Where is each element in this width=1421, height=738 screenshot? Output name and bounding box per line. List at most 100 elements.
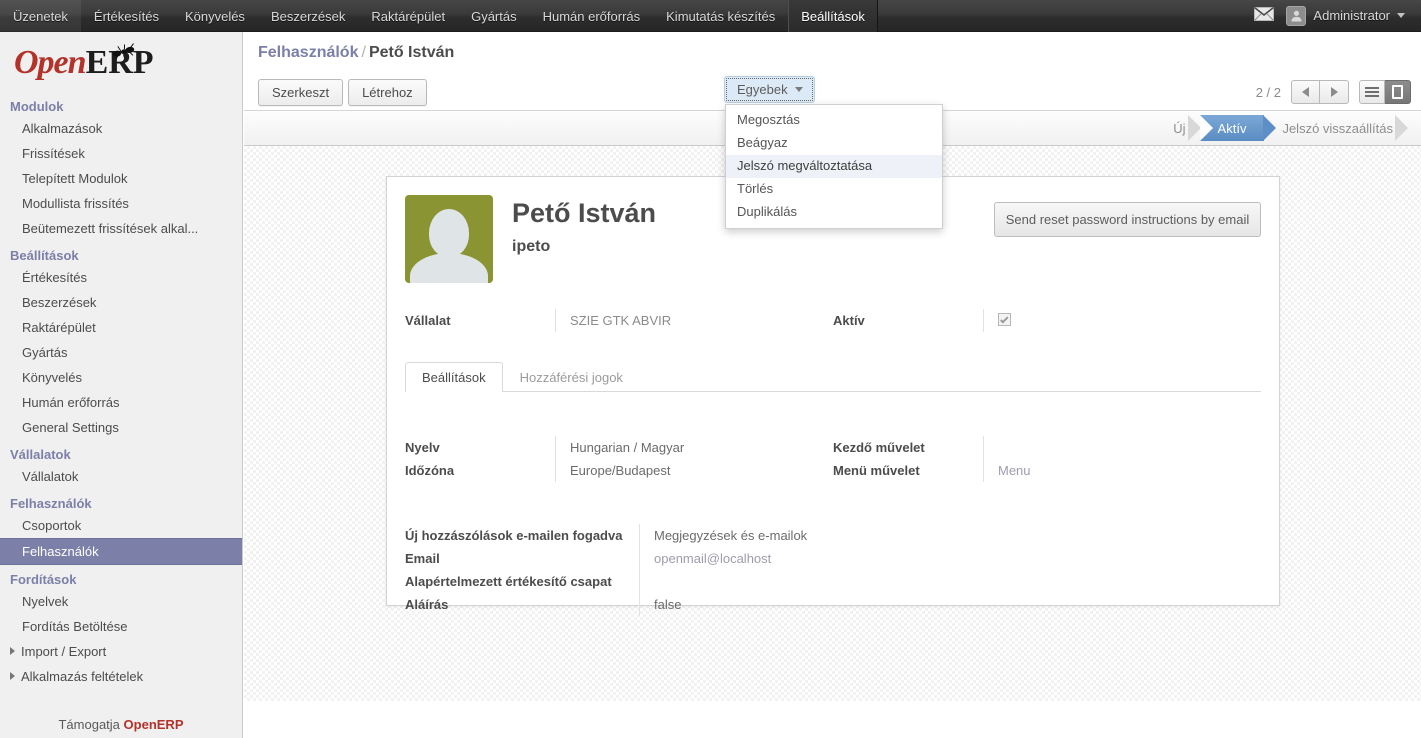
form-view-icon[interactable] — [1385, 80, 1411, 104]
sidebar-item[interactable]: Könyvelés — [0, 365, 242, 390]
sidebar-section-title: Vállalatok — [10, 447, 71, 462]
sales-team-label: Alapértelmezett értékesítő csapat — [405, 574, 612, 589]
home-action-value[interactable] — [998, 436, 1261, 459]
dropdown-item[interactable]: Megosztás — [726, 109, 942, 132]
dropdown-item[interactable]: Duplikálás — [726, 201, 942, 224]
menu-item-label: Beállítások — [801, 8, 865, 24]
list-view-icon[interactable] — [1359, 80, 1385, 104]
email-value[interactable]: openmail@localhost — [654, 547, 1261, 570]
menu-item-8[interactable]: Beállítások — [788, 0, 878, 32]
envelope-icon[interactable] — [1254, 6, 1275, 24]
sidebar-item[interactable]: Beütemezett frissítések alkal... — [0, 216, 242, 241]
dropdown-item[interactable]: Beágyaz — [726, 132, 942, 155]
more-dropdown-menu: Megosztás Beágyaz Jelszó megváltoztatása Tö… — [725, 104, 943, 229]
breadcrumb: Felhasználók / Pető István — [258, 44, 1421, 62]
sidebar-item[interactable]: Vállalatok — [0, 464, 242, 489]
menu-item-label: Humán erőforrás — [542, 8, 641, 24]
avatar — [1286, 5, 1307, 26]
sidebar-item-label: Telepített Modulok — [22, 171, 128, 186]
menu-item-4[interactable]: Raktárépület — [358, 0, 458, 32]
sidebar-item[interactable]: Alkalmazások — [0, 116, 242, 141]
pager-and-views: 2 / 2 — [1256, 80, 1411, 104]
prefs-right-labels: Kezdő művelet Menü művelet — [833, 436, 983, 482]
active-label: Aktív — [833, 313, 865, 328]
company-value[interactable]: SZIE GTK ABVIR — [570, 309, 833, 332]
openerp-logo[interactable]: OpenERP — [0, 32, 242, 92]
send-reset-password-button[interactable]: Send reset password instructions by emai… — [994, 202, 1261, 237]
prefs-row-1: Nyelv Időzóna Hungarian / Magyar Europe/… — [405, 436, 1261, 482]
arrow-left-icon[interactable] — [1291, 80, 1320, 104]
menu-item-6[interactable]: Humán erőforrás — [530, 0, 654, 32]
active-checkbox[interactable] — [998, 313, 1011, 326]
menu-item-2[interactable]: Könyvelés — [172, 0, 258, 32]
form-canvas: Pető István ipeto Send reset password in… — [244, 146, 1421, 701]
menu-item-0[interactable]: Üzenetek — [0, 0, 81, 32]
dropdown-item[interactable]: Jelszó megváltoztatása — [726, 155, 942, 178]
more-menu-container: Egyebek Megosztás Beágyaz Jelszó megváltoz… — [724, 76, 943, 229]
user-menu[interactable]: Administrator — [1282, 0, 1411, 32]
status-label: Jelszó visszaállítás — [1282, 120, 1393, 136]
notebook-tab[interactable]: Hozzáférési jogok — [503, 362, 640, 392]
sidebar-item[interactable]: Humán erőforrás — [0, 390, 242, 415]
edit-button[interactable]: Szerkeszt — [258, 78, 344, 106]
sidebar-navigation: Modulok Alkalmazások Frissítések Telepített… — [0, 92, 242, 689]
sidebar-item-label: Alkalmazások — [22, 121, 103, 136]
status-badge[interactable]: Új — [1159, 115, 1201, 141]
top-field-grid: Vállalat SZIE GTK ABVIR Aktív — [405, 309, 1261, 332]
prefs-right-values: Menu — [983, 436, 1261, 482]
menu-item-7[interactable]: Kimutatás készítés — [653, 0, 788, 32]
status-flow: Új Aktív Jelszó visszaállítás — [1159, 115, 1408, 141]
sidebar-item-label: Alkalmazás feltételek — [21, 669, 144, 684]
chevron-right-icon — [10, 647, 15, 655]
breadcrumb-strip: Felhasználók / Pető István — [244, 32, 1421, 74]
notebook-tab[interactable]: Beállítások — [405, 362, 503, 392]
active-field-group: Aktív — [833, 309, 1261, 332]
status-badge[interactable]: Jelszó visszaállítás — [1264, 115, 1408, 141]
sidebar-item[interactable]: Modullista frissítés — [0, 191, 242, 216]
sidebar-item[interactable]: Gyártás — [0, 340, 242, 365]
sidebar-item[interactable]: Frissítések — [0, 141, 242, 166]
sidebar-item-label: General Settings — [22, 420, 119, 435]
menu-item-1[interactable]: Értékesítés — [81, 0, 172, 32]
sidebar-item[interactable]: Import / Export — [0, 639, 242, 664]
sidebar-item[interactable]: Fordítás Betöltése — [0, 614, 242, 639]
company-label: Vállalat — [405, 313, 451, 328]
signature-value[interactable]: false — [654, 593, 1261, 616]
sidebar-item[interactable]: Nyelvek — [0, 589, 242, 614]
menu-action-label: Menü művelet — [833, 463, 920, 478]
email-label: Email — [405, 551, 440, 566]
user-avatar[interactable] — [405, 195, 493, 283]
sidebar-item[interactable]: Beszerzések — [0, 290, 242, 315]
language-value[interactable]: Hungarian / Magyar — [570, 436, 833, 459]
sidebar-item[interactable]: Felhasználók — [0, 538, 242, 565]
more-button[interactable]: Egyebek — [724, 76, 815, 103]
menu-item-label: Könyvelés — [184, 8, 245, 24]
control-panel: Szerkeszt Létrehoz Egyebek Megosztás Beág… — [244, 74, 1421, 229]
sidebar-item-label: Felhasználók — [22, 544, 99, 559]
notification-value[interactable]: Megjegyzések és e-mailok — [654, 524, 1261, 547]
user-name-label: Administrator — [1313, 8, 1390, 23]
sidebar-item[interactable]: Értékesítés — [0, 265, 242, 290]
prefs-left-values: Hungarian / Magyar Europe/Budapest — [555, 436, 833, 482]
chevron-down-icon — [1397, 13, 1405, 18]
sales-team-value[interactable] — [654, 570, 1261, 593]
status-badge[interactable]: Aktív — [1199, 115, 1277, 141]
prefs-right-col: Kezdő művelet Menü művelet Menu — [833, 436, 1261, 482]
footer-brand[interactable]: OpenERP — [124, 717, 184, 732]
menu-item-5[interactable]: Gyártás — [458, 0, 530, 32]
breadcrumb-root[interactable]: Felhasználók — [258, 44, 358, 61]
create-button[interactable]: Létrehoz — [348, 78, 427, 106]
sidebar-item[interactable]: Csoportok — [0, 513, 242, 538]
menu-item-3[interactable]: Beszerzések — [258, 0, 358, 32]
menu-action-value[interactable]: Menu — [998, 459, 1261, 482]
sidebar-item[interactable]: Raktárépület — [0, 315, 242, 340]
arrow-right-icon[interactable] — [1320, 80, 1349, 104]
sidebar-item[interactable]: General Settings — [0, 415, 242, 440]
sidebar-item[interactable]: Telepített Modulok — [0, 166, 242, 191]
timezone-value[interactable]: Europe/Budapest — [570, 459, 833, 482]
status-label: Új — [1173, 120, 1186, 136]
dropdown-item[interactable]: Törlés — [726, 178, 942, 201]
sidebar-item[interactable]: Alkalmazás feltételek — [0, 664, 242, 689]
user-login: ipeto — [512, 238, 551, 256]
sidebar-section-title: Modulok — [10, 99, 64, 114]
